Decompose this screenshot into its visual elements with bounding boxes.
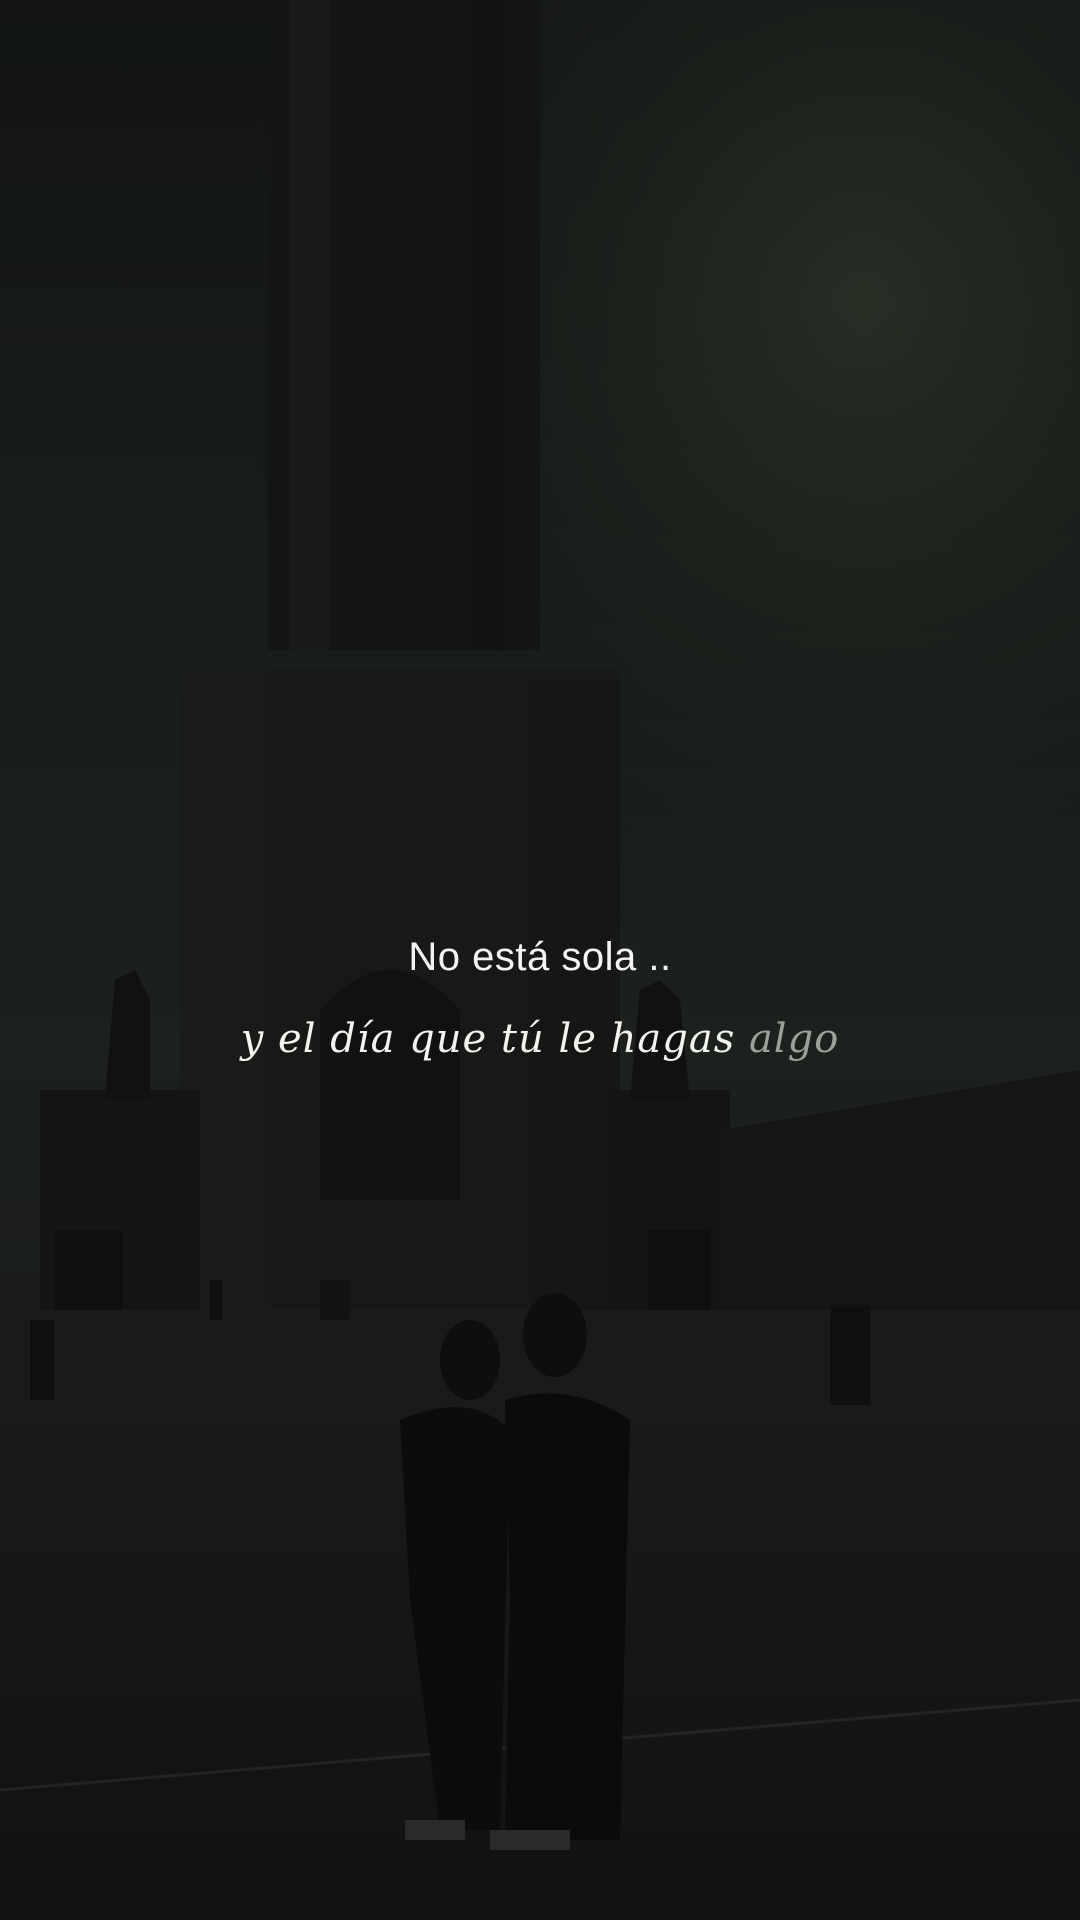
caption-line-1: No está sola .. <box>408 935 672 979</box>
photo-scene: No está sola .. y el día que tú le hagas… <box>0 0 1080 1920</box>
caption-line-2-main: y el día que tú le hagas <box>240 1016 749 1062</box>
caption-line-2: y el día que tú le hagas algo <box>0 1016 1080 1062</box>
caption-line-2-faded: algo <box>748 1016 840 1062</box>
